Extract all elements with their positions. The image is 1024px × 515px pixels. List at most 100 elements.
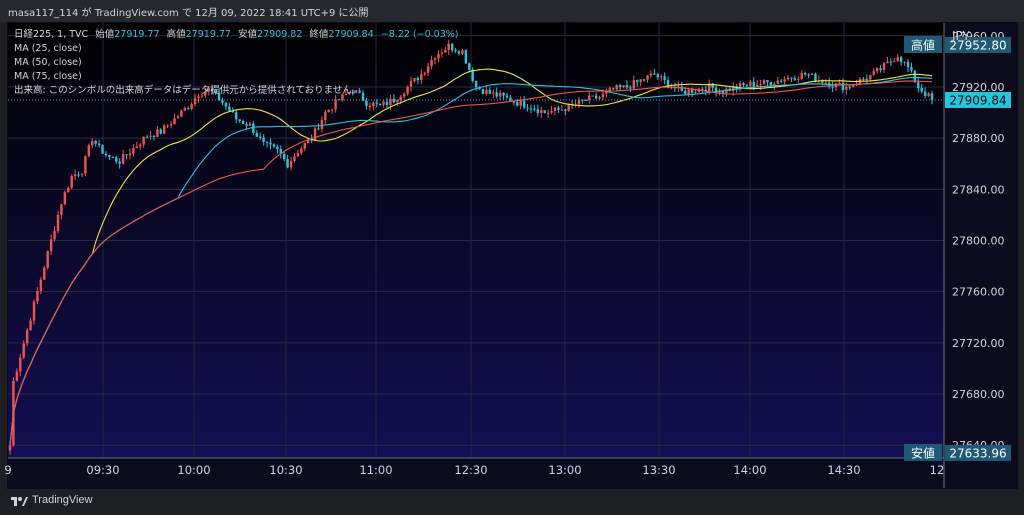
candle-body: [87, 145, 91, 157]
candle-body: [797, 78, 800, 80]
candle-body: [49, 239, 53, 252]
candle-body: [437, 53, 440, 59]
legend-ma25[interactable]: MA (25, close): [14, 43, 82, 54]
candle-body: [557, 107, 560, 110]
candle-body: [228, 106, 231, 112]
candle-body: [56, 214, 60, 231]
candle-body: [224, 102, 228, 107]
candle-body: [300, 148, 303, 154]
candle-body: [906, 61, 910, 68]
candle-body: [454, 50, 457, 52]
candle-body: [533, 108, 536, 110]
legend-open-label: 始値: [95, 28, 115, 40]
candle-body: [235, 112, 238, 120]
candle-body: [845, 86, 848, 90]
candle-body: [108, 154, 111, 157]
x-tick-label: 11:00: [359, 463, 392, 477]
candle-body: [385, 101, 389, 106]
candle-body: [313, 128, 317, 140]
candle-body: [159, 129, 163, 134]
candle-body: [32, 301, 36, 321]
legend-open: 27919.77: [114, 29, 159, 40]
candle-body: [848, 86, 851, 88]
candle-body: [60, 204, 63, 215]
candle-body: [197, 96, 200, 99]
candle-body: [43, 267, 46, 280]
candle-body: [111, 156, 115, 158]
candle-body: [163, 125, 166, 134]
x-tick-label: 09:30: [86, 463, 119, 477]
candle-body: [104, 153, 108, 155]
candle-body: [769, 81, 773, 86]
candle-body: [317, 128, 320, 130]
candle-body: [29, 320, 32, 331]
candle-body: [663, 76, 666, 81]
candle-body: [252, 123, 255, 133]
candle-body: [406, 86, 409, 94]
candle-body: [502, 92, 505, 96]
candle-body: [869, 74, 872, 80]
candle-body: [601, 93, 605, 98]
candle-body: [800, 72, 803, 79]
candle-body: [495, 92, 498, 97]
candle-body: [687, 89, 690, 95]
candle-body: [139, 144, 142, 147]
x-tick-label: 12: [930, 463, 945, 477]
candle-body: [762, 80, 766, 85]
candle-body: [378, 103, 382, 105]
candle-body: [783, 79, 786, 82]
candle-body: [930, 93, 934, 100]
candle-body: [152, 135, 156, 137]
y-tick-label: 27840.00: [952, 183, 1005, 196]
candle-body: [694, 91, 697, 93]
candle-body: [101, 144, 104, 154]
candle-body: [841, 82, 845, 90]
candle-body: [15, 371, 19, 381]
candle-body: [382, 101, 385, 105]
candle-body: [872, 71, 875, 75]
candle-body: [896, 57, 899, 62]
candle-body: [94, 141, 97, 144]
tradingview-logo-icon[interactable]: [10, 494, 28, 508]
x-tick-label: 9: [4, 463, 11, 477]
candle-body: [132, 148, 135, 154]
candle-body: [526, 107, 529, 109]
candle-body: [790, 77, 793, 79]
candle-body: [330, 109, 334, 111]
price-chart[interactable]: 27960.0027920.0027880.0027840.0027800.00…: [0, 0, 1024, 515]
candle-body: [920, 88, 923, 92]
candle-body: [447, 43, 450, 50]
candle-body: [680, 86, 683, 91]
candle-body: [553, 107, 557, 111]
candle-body: [125, 154, 128, 156]
candle-body: [927, 93, 930, 96]
candle-body: [498, 92, 502, 97]
legend-ma75[interactable]: MA (75, close): [14, 71, 82, 82]
candle-body: [567, 104, 570, 111]
candle-body: [516, 102, 519, 106]
candle-body: [296, 153, 300, 157]
candle-body: [303, 143, 306, 149]
candle-body: [886, 61, 889, 64]
legend-close: 27909.84: [328, 29, 373, 40]
candle-body: [241, 121, 245, 124]
candle-body: [187, 108, 190, 110]
candle-body: [807, 74, 810, 76]
candle-body: [402, 93, 406, 97]
candle-body: [293, 156, 296, 161]
candle-body: [413, 77, 416, 82]
legend-ma50[interactable]: MA (50, close): [14, 57, 82, 68]
footer-brand[interactable]: TradingView: [32, 494, 93, 506]
price-tag-label: 安値: [911, 445, 935, 460]
candle-body: [560, 109, 564, 111]
candle-body: [259, 136, 262, 138]
y-tick-label: 27720.00: [952, 337, 1005, 350]
candle-body: [320, 120, 324, 130]
candle-body: [550, 110, 553, 113]
y-tick-label: 27880.00: [952, 132, 1005, 145]
candle-body: [176, 116, 180, 119]
candle-body: [464, 50, 468, 64]
time-axis[interactable]: 9 09:30 10:00 10:30 11:00 12:30 13:00 13:30 14:0…: [4, 463, 944, 477]
candle-body: [639, 79, 642, 82]
candle-body: [622, 85, 625, 88]
